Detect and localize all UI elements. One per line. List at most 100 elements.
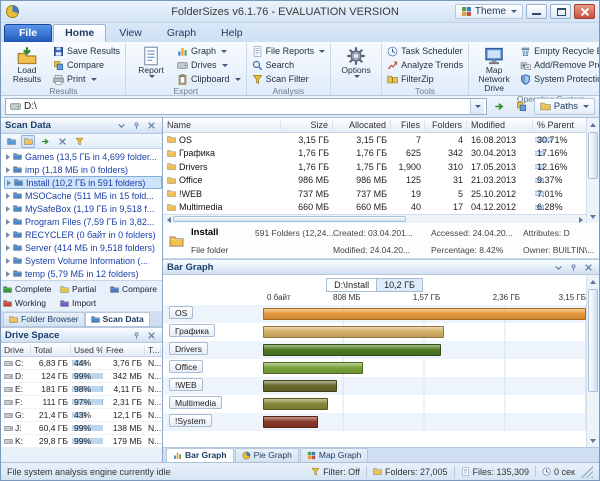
tab-folder-browser[interactable]: Folder Browser <box>3 312 85 326</box>
col-free[interactable]: Free <box>103 344 145 355</box>
refresh-button[interactable] <box>38 135 52 148</box>
tree-item-system-volume-information[interactable]: System Volume Information (... <box>4 254 162 267</box>
maximize-button[interactable] <box>550 4 571 19</box>
graph-bar-row[interactable]: Office <box>163 359 586 377</box>
scroll-up-button[interactable] <box>587 119 598 130</box>
tree-item-program-files[interactable]: Program Files (7,59 ГБ in 3,82... <box>4 215 162 228</box>
col-folders[interactable]: Folders <box>425 120 467 130</box>
tree-item-recycler[interactable]: RECYCLER (0 байт in 0 folders) <box>4 228 162 241</box>
scroll-down-button[interactable] <box>587 211 598 222</box>
search-button[interactable]: Search <box>249 58 329 72</box>
drive-row[interactable]: K: 29,8 ГБ 99% 179 МБ N... <box>1 435 162 448</box>
scrollbar-thumb[interactable] <box>173 216 406 222</box>
new-window-button[interactable] <box>512 98 531 115</box>
drive-row[interactable]: G: 21,4 ГБ 43% 12,1 ГБ N... <box>1 409 162 422</box>
panel-pin-button[interactable] <box>130 329 143 341</box>
tab-map-graph[interactable]: Map Graph <box>299 448 369 462</box>
tab-home[interactable]: Home <box>53 24 107 42</box>
scroll-up-button[interactable] <box>587 276 598 287</box>
tab-scan-data[interactable]: Scan Data <box>84 312 150 326</box>
horizontal-scrollbar[interactable] <box>163 214 586 223</box>
col-size[interactable]: Size <box>281 120 333 130</box>
analyze-trends-button[interactable]: Analyze Trends <box>384 58 466 72</box>
graph-bar-row[interactable]: Графика <box>163 323 586 341</box>
vertical-scrollbar[interactable] <box>586 275 599 447</box>
graph-bar-row[interactable]: !System <box>163 413 586 431</box>
drive-row[interactable]: F: 111 ГБ 97% 2,31 ГБ N... <box>1 396 162 409</box>
file-row[interactable]: !WEB 737 МБ 737 МБ 19 5 25.10.2012 7.01% <box>163 187 586 201</box>
col-parent[interactable]: % Parent <box>533 120 587 130</box>
save-results-button[interactable]: Save Results <box>50 44 123 58</box>
task-scheduler-button[interactable]: Task Scheduler <box>384 44 466 58</box>
panel-close-button[interactable] <box>145 329 158 341</box>
panel-close-button[interactable] <box>582 261 595 273</box>
load-results-button[interactable]: Load Results <box>4 43 50 86</box>
col-drive[interactable]: Drive <box>1 344 31 355</box>
bar[interactable] <box>263 380 338 392</box>
graph-bar-row[interactable]: OS <box>163 305 586 323</box>
graph-bar-row[interactable]: !WEB <box>163 377 586 395</box>
panel-menu-button[interactable] <box>115 120 128 132</box>
legend-complete[interactable]: Complete <box>3 284 60 294</box>
scroll-right-button[interactable] <box>575 214 586 225</box>
col-total[interactable]: Total <box>31 344 71 355</box>
add-remove-programs-button[interactable]: Add/Remove Programs <box>517 58 599 72</box>
tab-graph[interactable]: Graph <box>155 24 208 42</box>
graph-root-path[interactable]: D:\Install <box>326 277 378 292</box>
bar[interactable] <box>263 398 328 410</box>
report-button[interactable]: Report <box>128 43 174 86</box>
panel-pin-button[interactable] <box>130 120 143 132</box>
col-allocated[interactable]: Allocated <box>333 120 391 130</box>
panel-pin-button[interactable] <box>567 261 580 273</box>
tree-item-imp[interactable]: imp (1,18 МБ in 0 folders) <box>4 163 162 176</box>
filterzip-button[interactable]: FilterZip <box>384 72 466 86</box>
file-row[interactable]: Multimedia 660 МБ 660 МБ 40 17 04.12.2012 6.28… <box>163 201 586 215</box>
theme-button[interactable]: Theme <box>454 4 523 19</box>
resize-grip[interactable] <box>581 465 593 478</box>
vertical-scrollbar[interactable] <box>586 118 599 223</box>
bar[interactable] <box>263 344 441 356</box>
tree-item-temp[interactable]: temp (5,79 МБ in 12 folders) <box>4 267 162 280</box>
tab-file[interactable]: File <box>4 24 53 42</box>
graph-bar-row[interactable]: Drivers <box>163 341 586 359</box>
map-network-drive-button[interactable]: Map Network Drive <box>471 43 517 94</box>
expand-all-button[interactable] <box>4 135 18 148</box>
status-filter[interactable]: Filter: Off <box>311 467 360 477</box>
go-button[interactable] <box>490 98 509 115</box>
system-protection-button[interactable]: System Protection <box>517 72 599 86</box>
drive-row[interactable]: E: 181 ГБ 98% 4,11 ГБ N... <box>1 383 162 396</box>
bar[interactable] <box>263 326 444 338</box>
scrollbar-thumb[interactable] <box>588 289 598 393</box>
legend-compare[interactable]: Compare <box>110 284 165 294</box>
tree-item-games[interactable]: Games (13,5 ГБ in 4,699 folder... <box>4 150 162 163</box>
bar[interactable] <box>263 416 318 428</box>
drive-row[interactable]: J: 60,4 ГБ 99% 138 МБ N... <box>1 422 162 435</box>
paths-button[interactable]: Paths <box>533 98 595 115</box>
file-reports-button[interactable]: File Reports <box>249 44 329 58</box>
panel-menu-button[interactable] <box>552 261 565 273</box>
drive-row[interactable]: D: 124 ГБ 99% 342 МБ N... <box>1 370 162 383</box>
path-combo[interactable]: D:\ <box>5 98 487 115</box>
col-modified[interactable]: Modified <box>467 120 533 130</box>
export-drives-button[interactable]: Drives <box>174 58 244 72</box>
compare-button[interactable]: Compare <box>50 58 123 72</box>
options-button[interactable]: Options <box>333 43 379 84</box>
tree-item-install[interactable]: Install (10,2 ГБ in 591 folders) <box>4 176 162 189</box>
col-type[interactable]: T... <box>145 344 161 355</box>
col-used[interactable]: Used % <box>71 344 103 355</box>
legend-working[interactable]: Working <box>3 298 60 308</box>
tab-view[interactable]: View <box>107 24 154 42</box>
print-button[interactable]: Print <box>50 72 123 86</box>
legend-import[interactable]: Import <box>60 298 110 308</box>
collapse-all-button[interactable] <box>21 134 35 148</box>
tree-item-mysafebox[interactable]: MySafeBox (1,19 ГБ in 9,518 f... <box>4 202 162 215</box>
scrollbar-thumb[interactable] <box>588 132 598 180</box>
scan-filter-button[interactable]: Scan Filter <box>249 72 329 86</box>
tree-item-msocache[interactable]: MSOCache (511 МБ in 15 fold... <box>4 189 162 202</box>
clipboard-button[interactable]: Clipboard <box>174 72 244 86</box>
tab-bar-graph[interactable]: Bar Graph <box>166 448 234 462</box>
tab-pie-graph[interactable]: Pie Graph <box>234 448 299 462</box>
legend-partial[interactable]: Partial <box>60 284 110 294</box>
minimize-button[interactable] <box>526 4 547 19</box>
panel-close-button[interactable] <box>145 120 158 132</box>
